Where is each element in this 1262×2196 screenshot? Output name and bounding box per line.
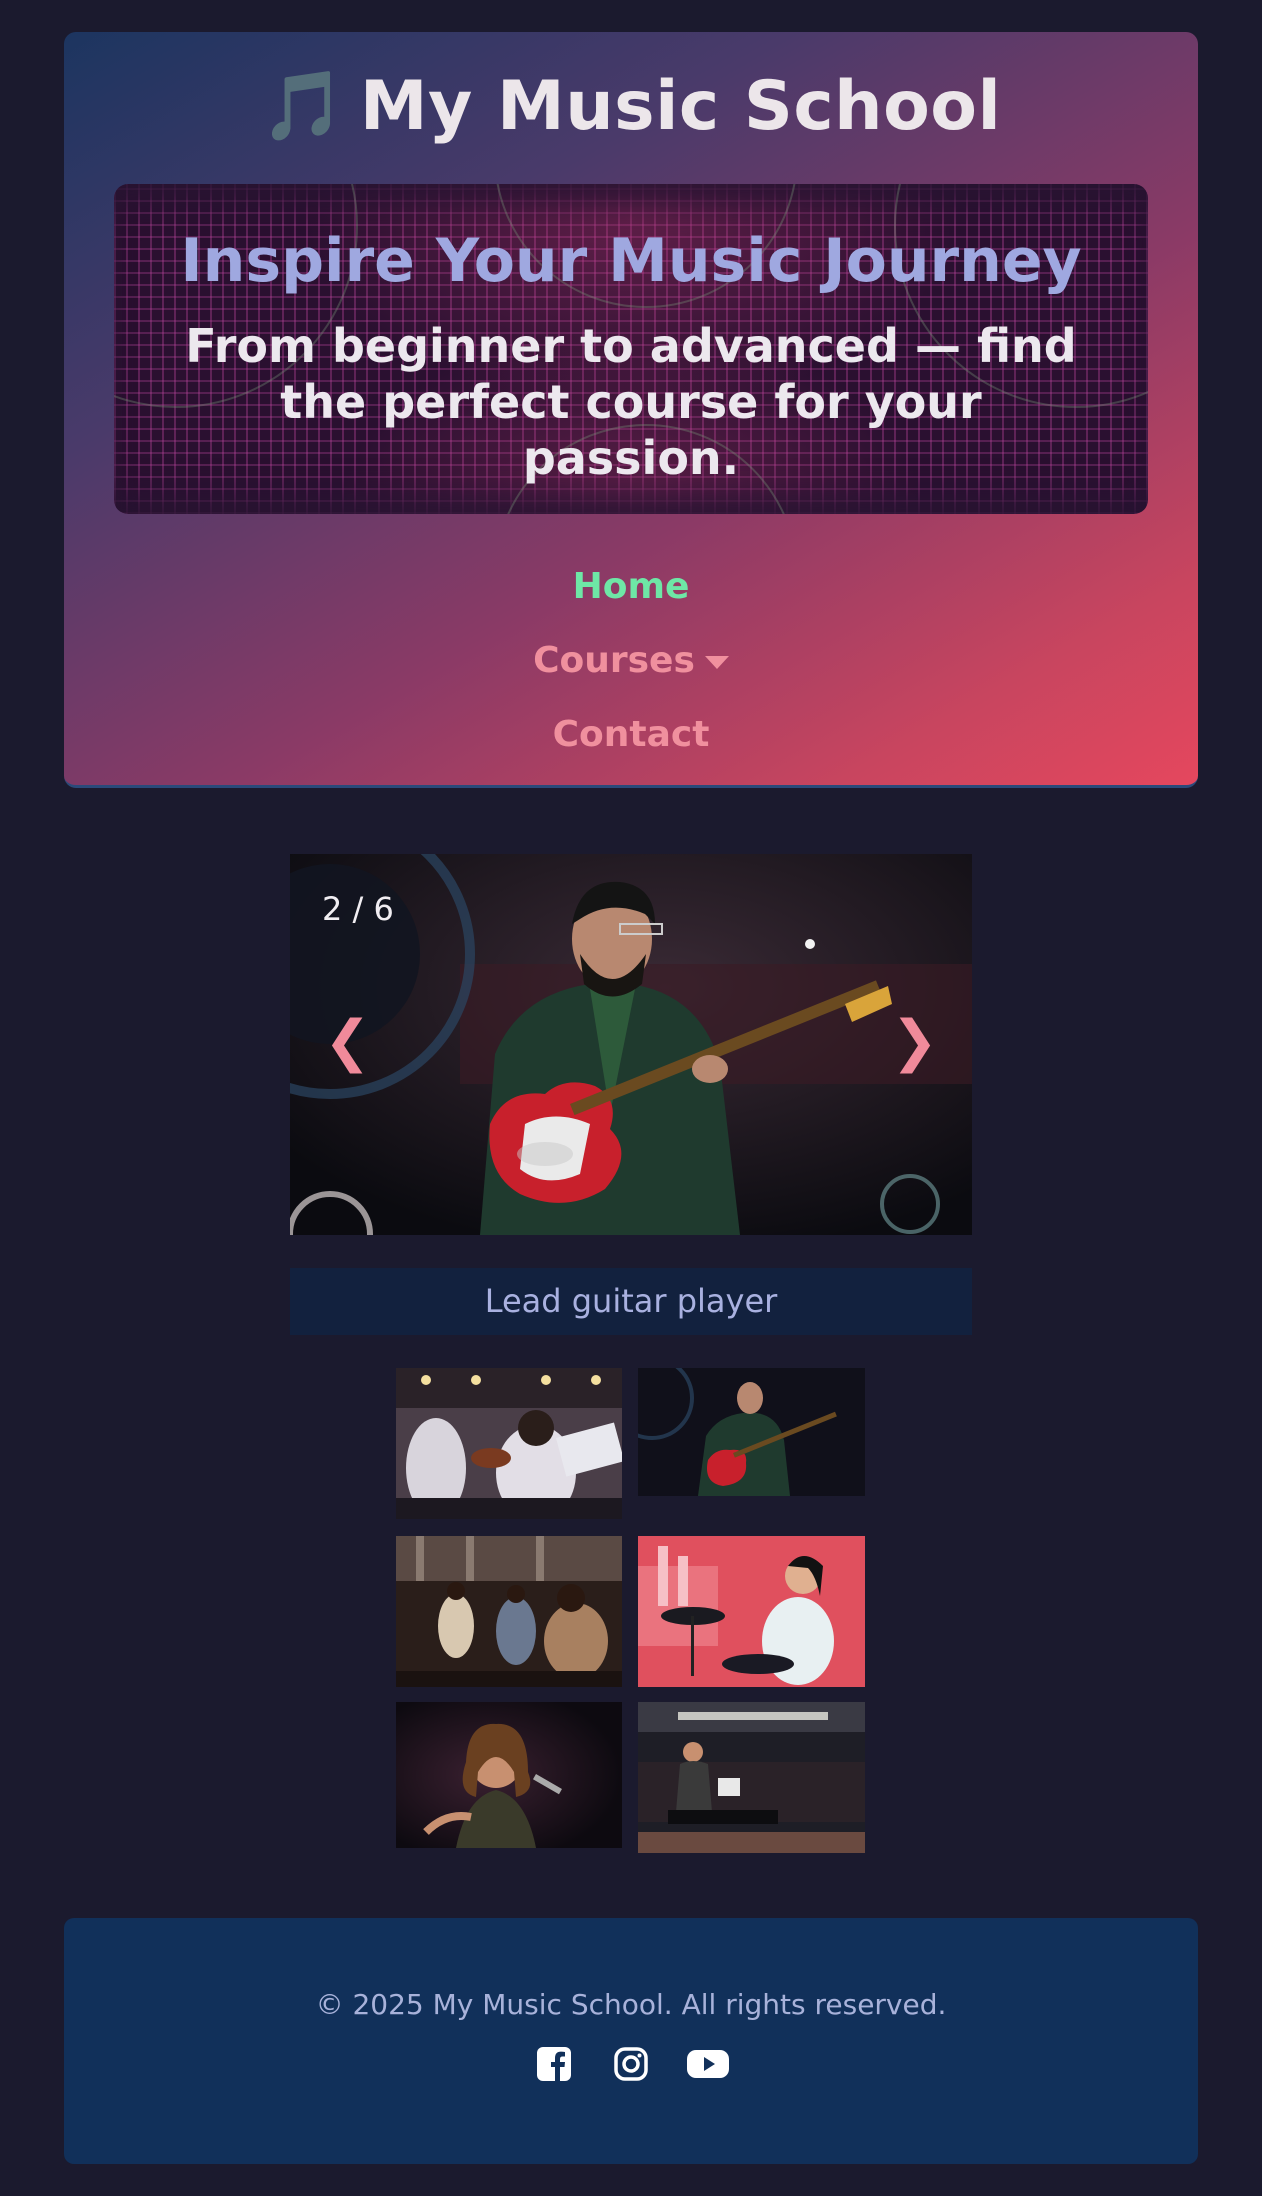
site-header: 🎵 My Music School Inspire Your Music Jour… bbox=[64, 32, 1198, 788]
thumbnail-image bbox=[396, 1536, 622, 1687]
hero-subtitle: From beginner to advanced — find the per… bbox=[185, 319, 1077, 485]
thumbnail-dancers[interactable] bbox=[396, 1536, 622, 1687]
music-note-icon: 🎵 bbox=[260, 67, 346, 146]
thumbnail-image bbox=[396, 1368, 622, 1519]
nav-home[interactable]: Home bbox=[64, 550, 1198, 624]
thumbnail-orchestra[interactable] bbox=[396, 1368, 622, 1519]
instagram-icon[interactable] bbox=[609, 2046, 653, 2090]
social-links bbox=[64, 2046, 1198, 2090]
instagram-icon-glyph bbox=[614, 2047, 648, 2081]
thumbnail-image bbox=[638, 1702, 865, 1853]
thumbnail-singer[interactable] bbox=[396, 1702, 622, 1848]
facebook-icon[interactable] bbox=[532, 2046, 576, 2090]
slide-caption: Lead guitar player bbox=[290, 1268, 972, 1335]
thumbnail-image bbox=[396, 1702, 622, 1848]
thumbnail-image bbox=[638, 1536, 865, 1687]
next-slide-button[interactable]: ❯ bbox=[891, 1009, 938, 1074]
site-title: 🎵 My Music School bbox=[260, 67, 1002, 146]
thumbnail-guitarist[interactable] bbox=[638, 1368, 865, 1496]
nav-courses[interactable]: Courses bbox=[64, 624, 1198, 698]
site-footer: © 2025 My Music School. All rights reser… bbox=[64, 1918, 1198, 2164]
main-nav: Home Courses Contact bbox=[64, 550, 1198, 772]
prev-slide-button[interactable]: ❮ bbox=[324, 1009, 371, 1074]
nav-contact[interactable]: Contact bbox=[64, 698, 1198, 772]
thumbnail-drummer[interactable] bbox=[638, 1536, 865, 1687]
youtube-icon-glyph bbox=[687, 2050, 730, 2078]
caret-down-icon bbox=[704, 655, 729, 669]
hero-banner: Inspire Your Music Journey From beginner… bbox=[114, 184, 1148, 514]
facebook-icon-glyph bbox=[536, 2047, 571, 2081]
hero-title: Inspire Your Music Journey bbox=[180, 226, 1082, 296]
thumbnail-pianist[interactable] bbox=[638, 1702, 865, 1853]
youtube-icon[interactable] bbox=[686, 2046, 730, 2090]
image-slider: 2 / 6 ❮ ❯ bbox=[290, 854, 972, 1235]
thumbnail-image bbox=[638, 1368, 865, 1496]
copyright-text: © 2025 My Music School. All rights reser… bbox=[315, 1988, 947, 2021]
slide-counter: 2 / 6 bbox=[322, 890, 394, 928]
